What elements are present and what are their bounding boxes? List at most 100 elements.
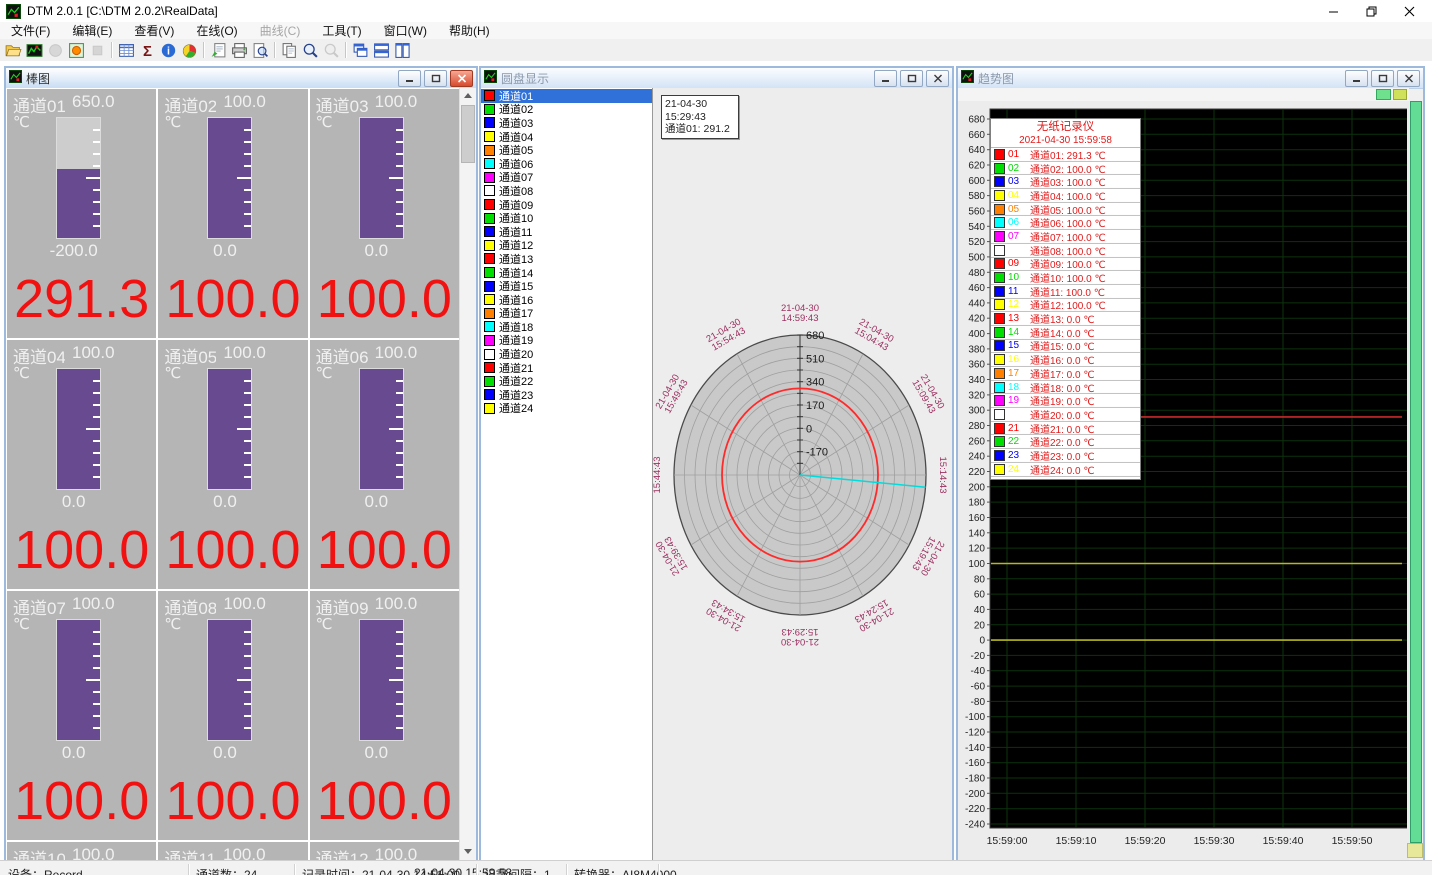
- channel-gauge: 通道09100.0℃0.0100.0: [310, 591, 459, 840]
- scrollbar-thumb[interactable]: [461, 105, 475, 163]
- menu-item[interactable]: 工具(T): [311, 22, 372, 39]
- gauge-tick: [93, 380, 100, 382]
- menu-item[interactable]: 查看(V): [123, 22, 185, 39]
- channel-color-swatch: [994, 423, 1005, 434]
- gauge-tick: [244, 404, 251, 406]
- gauge-tick: [396, 631, 403, 633]
- channel-color-swatch: [484, 294, 495, 305]
- channel-list-item[interactable]: 通道24: [481, 402, 652, 416]
- channel-label: 通道24: [499, 400, 533, 416]
- scroll-down-icon[interactable]: [460, 844, 476, 860]
- gauge-current-value: 291.3: [7, 272, 156, 326]
- legend-channel-number: 14: [1008, 327, 1023, 338]
- svg-text:-140: -140: [965, 743, 985, 754]
- channel-color-swatch: [994, 327, 1005, 338]
- maximize-icon[interactable]: [900, 70, 923, 87]
- gauge-tick: [93, 213, 100, 215]
- svg-text:15:59:40: 15:59:40: [1263, 835, 1304, 847]
- channel-color-swatch: [484, 117, 495, 128]
- legend-channel-value: 通道24: 0.0 ℃: [1030, 462, 1095, 477]
- scrollbar-thumb[interactable]: [1410, 101, 1422, 843]
- toolbar-separator: [274, 42, 276, 58]
- close-icon[interactable]: [450, 70, 473, 87]
- channel-color-swatch: [994, 176, 1005, 187]
- svg-text:400: 400: [968, 329, 985, 340]
- gauge-tick: [244, 392, 251, 394]
- gauge-tick: [396, 727, 403, 729]
- realtime-chart-icon[interactable]: [24, 41, 45, 60]
- status-bar-divider: [294, 864, 296, 875]
- scrollbar-thumb[interactable]: [1376, 89, 1391, 100]
- channel-color-swatch: [484, 145, 495, 156]
- svg-text:200: 200: [968, 482, 985, 493]
- gauge-channel-name: 通道11: [164, 845, 216, 860]
- legend-channel-number: 18: [1008, 382, 1023, 393]
- gauge-unit: ℃: [164, 364, 181, 382]
- open-folder-icon[interactable]: [3, 41, 24, 60]
- bar-window-titlebar[interactable]: 棒图: [6, 68, 476, 89]
- channel-color-swatch: [994, 204, 1005, 215]
- print-icon[interactable]: [229, 41, 250, 60]
- svg-text:-160: -160: [965, 758, 985, 769]
- gauge-unit: ℃: [13, 364, 30, 382]
- svg-text:660: 660: [968, 130, 985, 141]
- gauge-tick: [396, 476, 403, 478]
- zoom-in-icon[interactable]: [300, 41, 321, 60]
- maximize-icon[interactable]: [424, 70, 447, 87]
- info-icon[interactable]: i: [158, 41, 179, 60]
- svg-text:21-04-3015:39:43: 21-04-3015:39:43: [654, 534, 691, 577]
- copy-icon[interactable]: [279, 41, 300, 60]
- minimize-icon[interactable]: [1345, 70, 1368, 87]
- print-preview-icon[interactable]: [250, 41, 271, 60]
- dial-window-titlebar[interactable]: 圆盘显示: [481, 68, 952, 89]
- data-table-icon[interactable]: [116, 41, 137, 60]
- minimize-icon[interactable]: [874, 70, 897, 87]
- minimize-icon[interactable]: [398, 70, 421, 87]
- child-window-icon: [484, 70, 497, 86]
- gauge-channel-name: 通道12: [316, 845, 368, 860]
- scrollbar-corner: [1407, 843, 1423, 858]
- export-icon[interactable]: [208, 41, 229, 60]
- minimize-icon[interactable]: [1314, 0, 1352, 22]
- sum-icon[interactable]: Σ: [137, 41, 158, 60]
- tile-horizontal-icon[interactable]: [371, 41, 392, 60]
- tile-vertical-icon[interactable]: [392, 41, 413, 60]
- close-icon[interactable]: [1397, 70, 1420, 87]
- svg-text:-20: -20: [971, 651, 986, 662]
- maximize-icon[interactable]: [1371, 70, 1394, 87]
- restore-icon[interactable]: [1352, 0, 1390, 22]
- gauge-min-value: 0.0: [310, 492, 443, 512]
- trend-vertical-scrollbar[interactable]: [1409, 101, 1423, 843]
- gauge-tick: [244, 201, 251, 203]
- pie-chart-icon[interactable]: [179, 41, 200, 60]
- menu-item[interactable]: 编辑(E): [61, 22, 123, 39]
- menu-item[interactable]: 窗口(W): [373, 22, 438, 39]
- cursor-tooltip: 21-04-30 15:29:43 通道01: 291.2: [661, 95, 739, 139]
- menu-item[interactable]: 在线(O): [185, 22, 248, 39]
- menu-item[interactable]: 文件(F): [0, 22, 61, 39]
- svg-text:420: 420: [968, 314, 985, 325]
- menu-item: 曲线(C): [249, 22, 312, 39]
- channel-gauge: 通道10100.0℃0.0100.0: [7, 842, 156, 860]
- trend-horizontal-scrollbar[interactable]: [958, 88, 1409, 102]
- menu-bar: 文件(F)编辑(E)查看(V)在线(O)曲线(C)工具(T)窗口(W)帮助(H): [0, 22, 1432, 39]
- close-icon[interactable]: [926, 70, 949, 87]
- toolbar-separator: [111, 42, 113, 58]
- svg-text:440: 440: [968, 298, 985, 309]
- gauge-current-value: 100.0: [310, 272, 459, 326]
- trend-window-titlebar[interactable]: 趋势图: [958, 68, 1423, 89]
- scrollbar-arrow[interactable]: [1393, 89, 1407, 100]
- gauge-tick: [244, 452, 251, 454]
- menu-item[interactable]: 帮助(H): [438, 22, 501, 39]
- bar-window-scrollbar[interactable]: [459, 88, 476, 860]
- gauge-min-value: 0.0: [7, 492, 140, 512]
- channel-color-swatch: [484, 185, 495, 196]
- gauge-tick: [396, 380, 403, 382]
- close-icon[interactable]: [1390, 0, 1428, 22]
- toolbar-separator: [345, 42, 347, 58]
- svg-text:21-04-3015:09:43: 21-04-3015:09:43: [909, 373, 946, 416]
- channel-color-swatch: [994, 258, 1005, 269]
- cascade-windows-icon[interactable]: [350, 41, 371, 60]
- legend-channel-number: 23: [1008, 450, 1023, 461]
- record-icon[interactable]: [66, 41, 87, 60]
